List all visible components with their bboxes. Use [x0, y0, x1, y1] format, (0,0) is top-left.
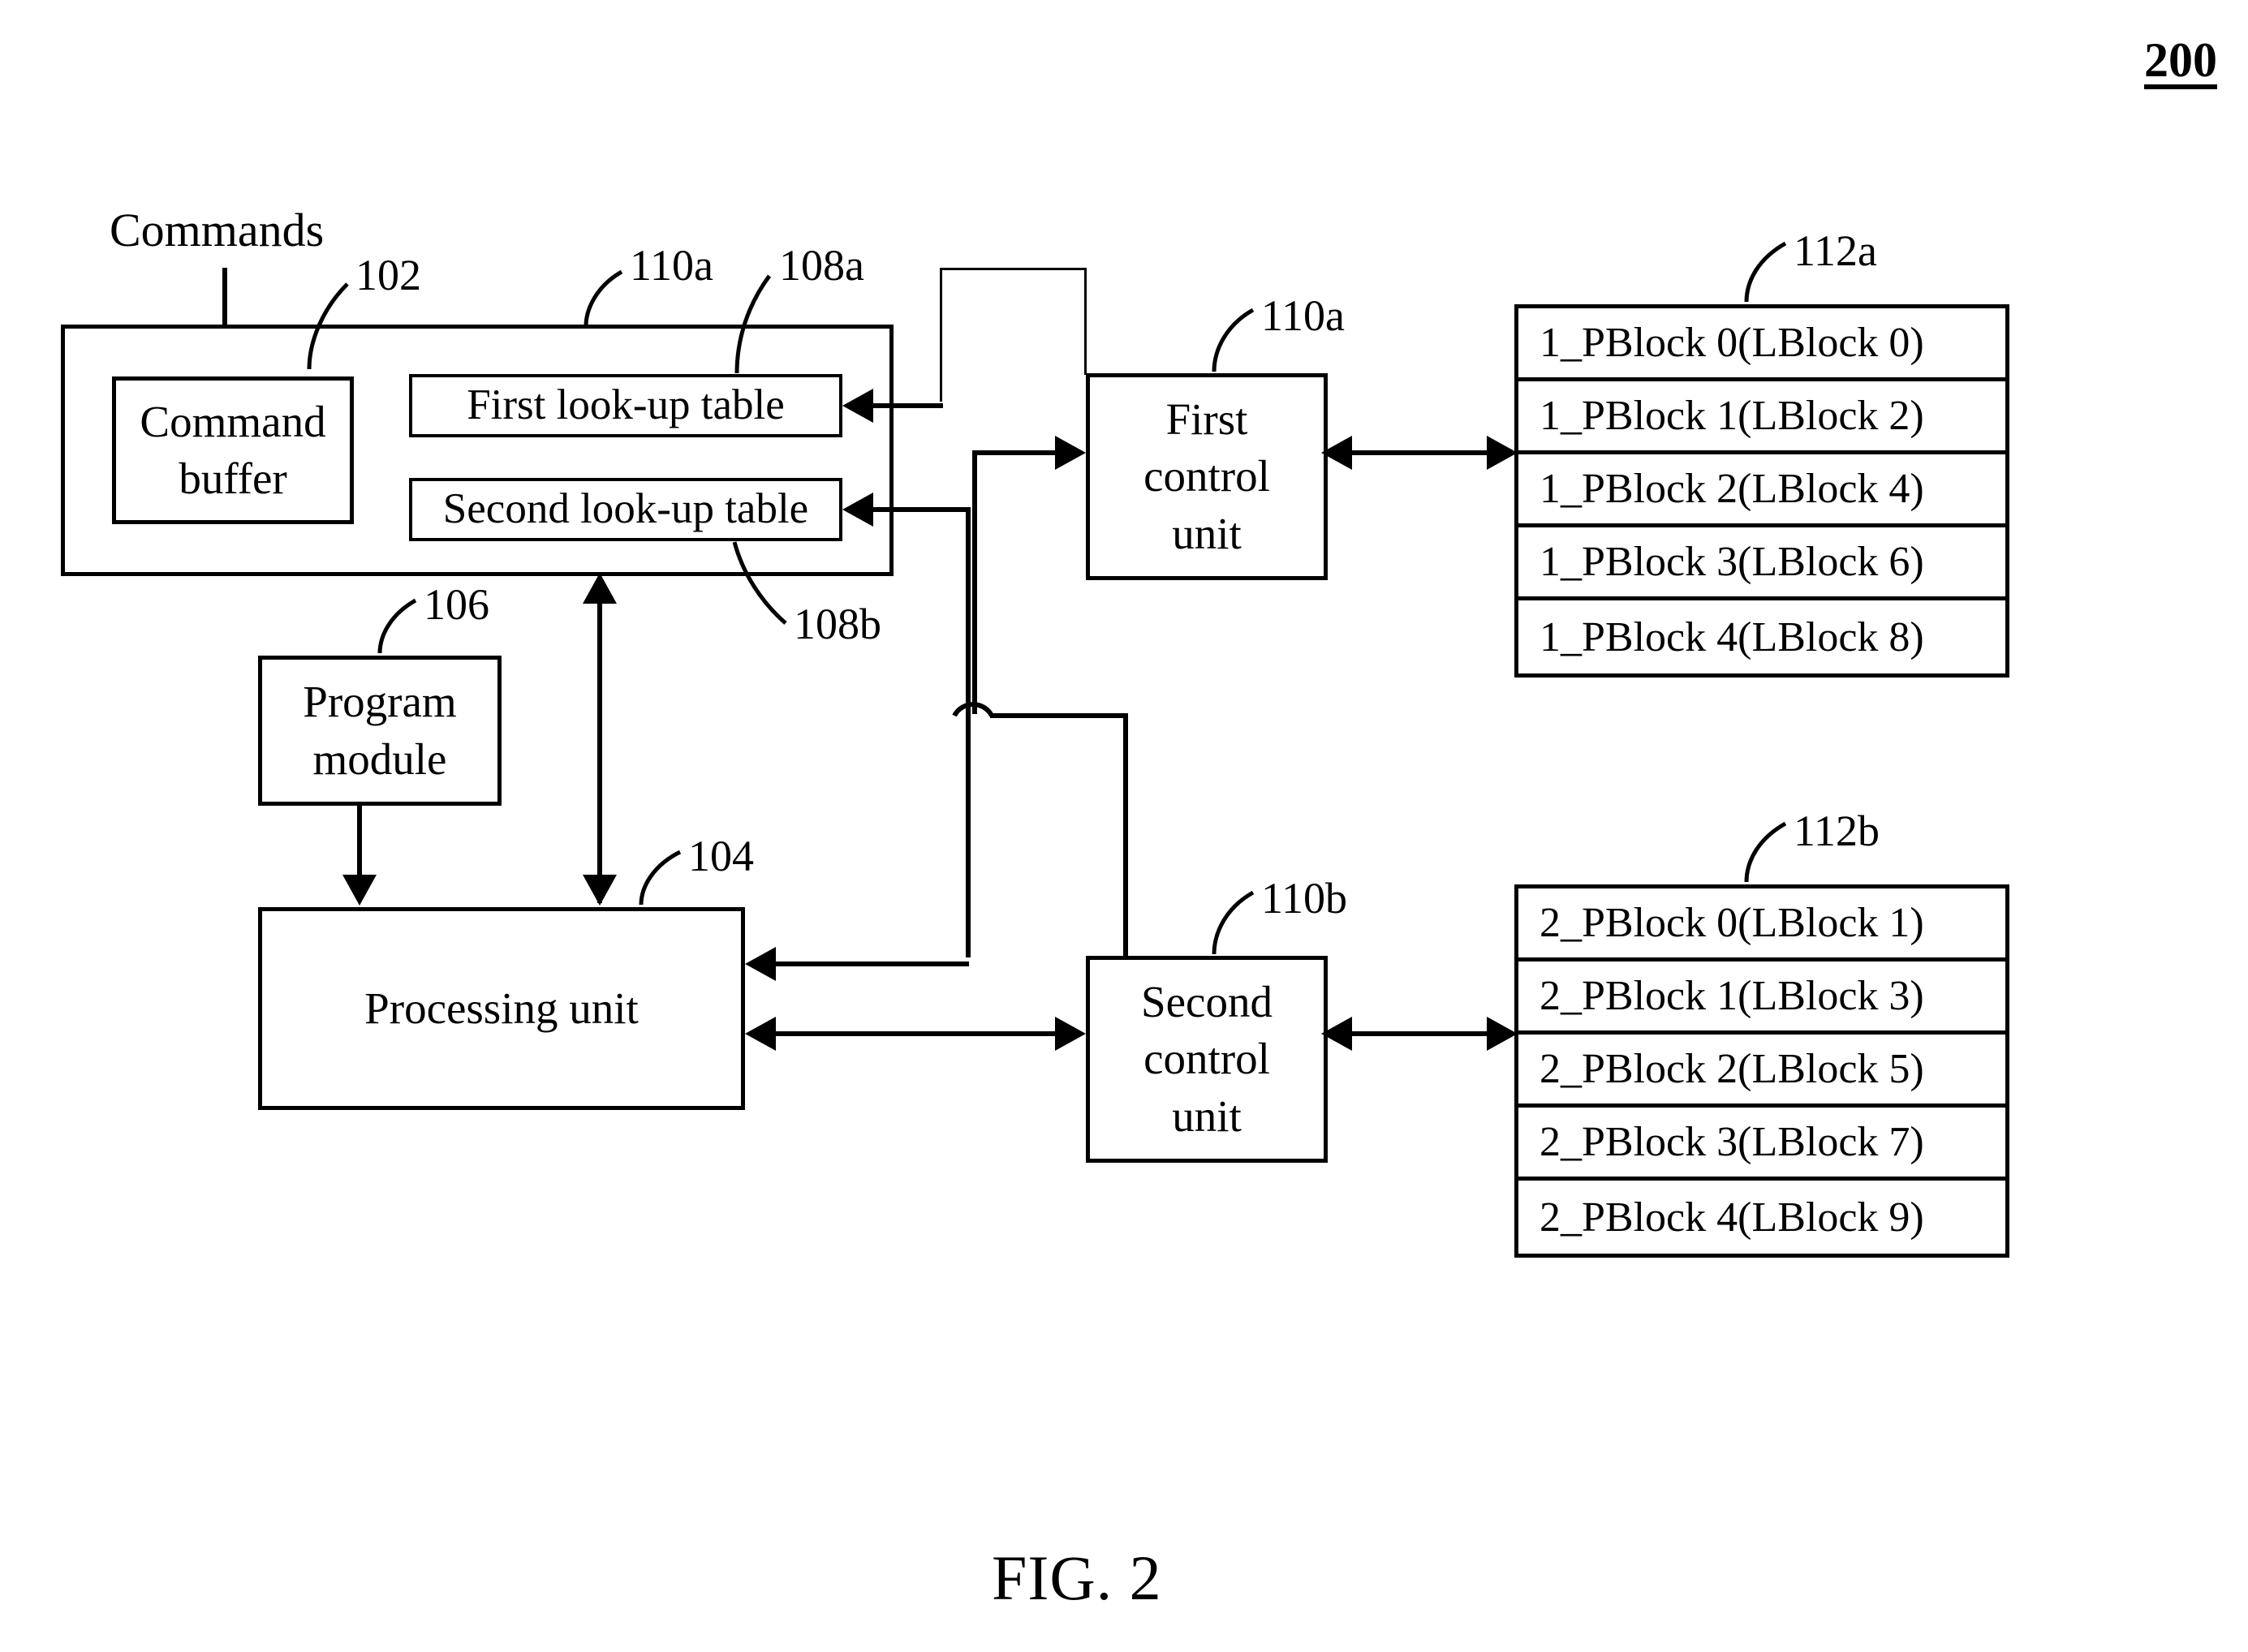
second-lut-input-arrowhead	[842, 493, 873, 527]
fcu-feedback-vertical-right	[1084, 268, 1087, 375]
fcu-input-horizontal	[972, 450, 1063, 455]
first-lut-input-arrowhead	[842, 389, 873, 423]
leader-110a-unit	[1212, 308, 1255, 372]
buffer-processing-arrowhead-down	[583, 875, 617, 906]
ref-number-102: 102	[355, 251, 421, 299]
program-module-label-line1: Program	[303, 677, 457, 727]
block-table-row: 2_PBlock 2(LBlock 5)	[1518, 1035, 2005, 1108]
second-control-unit-label-line3: unit	[1172, 1091, 1242, 1141]
leader-110a-top	[584, 269, 623, 327]
first-block-table: 1_PBlock 0(LBlock 0) 1_PBlock 1(LBlock 2…	[1514, 304, 2009, 678]
scu-blocktable-arrowhead-left	[1321, 1017, 1352, 1051]
leader-106	[377, 598, 417, 654]
first-lookup-table-label: First look-up table	[467, 381, 785, 429]
figure-canvas: 200 Commands Command buffer First look-u…	[0, 0, 2248, 1652]
leader-104	[639, 850, 682, 906]
processing-scu-shaft	[761, 1031, 1078, 1036]
first-control-unit-box: First control unit	[1086, 373, 1328, 580]
buffer-processing-shaft	[597, 580, 602, 903]
processing-unit-box: Processing unit	[258, 907, 745, 1110]
block-table-row: 1_PBlock 3(LBlock 6)	[1518, 527, 2005, 600]
processing-unit-label: Processing unit	[364, 983, 639, 1033]
first-control-unit-label-line3: unit	[1172, 508, 1242, 558]
block-table-row: 1_PBlock 1(LBlock 2)	[1518, 381, 2005, 454]
ref-number-110a-top: 110a	[630, 241, 713, 290]
ref-number-110a-unit: 110a	[1261, 291, 1345, 340]
first-lookup-table-box: First look-up table	[409, 374, 842, 437]
program-to-processing-arrowhead	[342, 875, 377, 906]
commands-label: Commands	[110, 204, 325, 256]
ref-number-104: 104	[688, 832, 754, 880]
ref-number-110b: 110b	[1261, 874, 1347, 923]
leader-110b	[1212, 890, 1255, 955]
fcu-feedback-vertical-left	[940, 268, 942, 402]
processing-scu-arrowhead-left	[745, 1017, 776, 1051]
block-table-row: 1_PBlock 2(LBlock 4)	[1518, 454, 2005, 527]
second-lookup-table-label: Second look-up table	[442, 485, 809, 533]
scu-top-feed-vertical	[1123, 713, 1128, 957]
ref-number-108b: 108b	[794, 600, 881, 648]
command-buffer-box: Command buffer	[112, 376, 354, 524]
second-block-table: 2_PBlock 0(LBlock 1) 2_PBlock 1(LBlock 3…	[1514, 884, 2009, 1258]
fcu-feedback-horizontal-top	[940, 268, 1086, 270]
ref-number-106: 106	[424, 580, 489, 629]
scu-to-processing-horizontal	[761, 962, 969, 966]
buffer-processing-arrowhead-up	[583, 573, 617, 604]
scu-blocktable-arrowhead-right	[1487, 1017, 1518, 1051]
first-control-unit-label-line2: control	[1143, 451, 1270, 501]
figure-caption: FIG. 2	[992, 1542, 1162, 1613]
first-control-unit-label-line1: First	[1165, 394, 1248, 444]
second-lookup-table-box: Second look-up table	[409, 478, 842, 541]
second-control-unit-box: Second control unit	[1086, 956, 1328, 1163]
leader-112a	[1744, 241, 1787, 303]
fcu-input-arrowhead	[1055, 436, 1086, 470]
scu-to-processing-arrowhead	[745, 947, 776, 981]
command-buffer-label-line2: buffer	[179, 454, 287, 503]
ref-number-112a: 112a	[1794, 226, 1877, 275]
processing-scu-arrowhead-right	[1055, 1017, 1086, 1051]
block-table-row: 1_PBlock 4(LBlock 8)	[1540, 613, 1924, 660]
ref-number-108a: 108a	[779, 241, 864, 290]
ref-number-112b: 112b	[1794, 807, 1880, 855]
document-number: 200	[2144, 33, 2217, 87]
block-table-row: 2_PBlock 1(LBlock 3)	[1518, 962, 2005, 1035]
program-module-label-line2: module	[312, 734, 447, 784]
fcu-blocktable-arrowhead-right	[1487, 436, 1518, 470]
scu-to-second-lut-vertical	[966, 507, 971, 957]
fcu-input-vertical	[972, 450, 977, 714]
block-table-row: 2_PBlock 4(LBlock 9)	[1540, 1194, 1924, 1241]
leader-112b	[1744, 821, 1787, 883]
block-table-row: 2_PBlock 3(LBlock 7)	[1518, 1108, 2005, 1181]
second-control-unit-label-line1: Second	[1141, 976, 1273, 1026]
block-table-row: 1_PBlock 0(LBlock 0)	[1518, 308, 2005, 381]
command-buffer-label-line1: Command	[140, 396, 326, 446]
block-table-row: 2_PBlock 0(LBlock 1)	[1518, 888, 2005, 962]
scu-top-feed-horizontal	[990, 713, 1128, 718]
program-module-box: Program module	[258, 656, 502, 806]
fcu-blocktable-arrowhead-left	[1321, 436, 1352, 470]
second-control-unit-label-line2: control	[1143, 1034, 1270, 1084]
